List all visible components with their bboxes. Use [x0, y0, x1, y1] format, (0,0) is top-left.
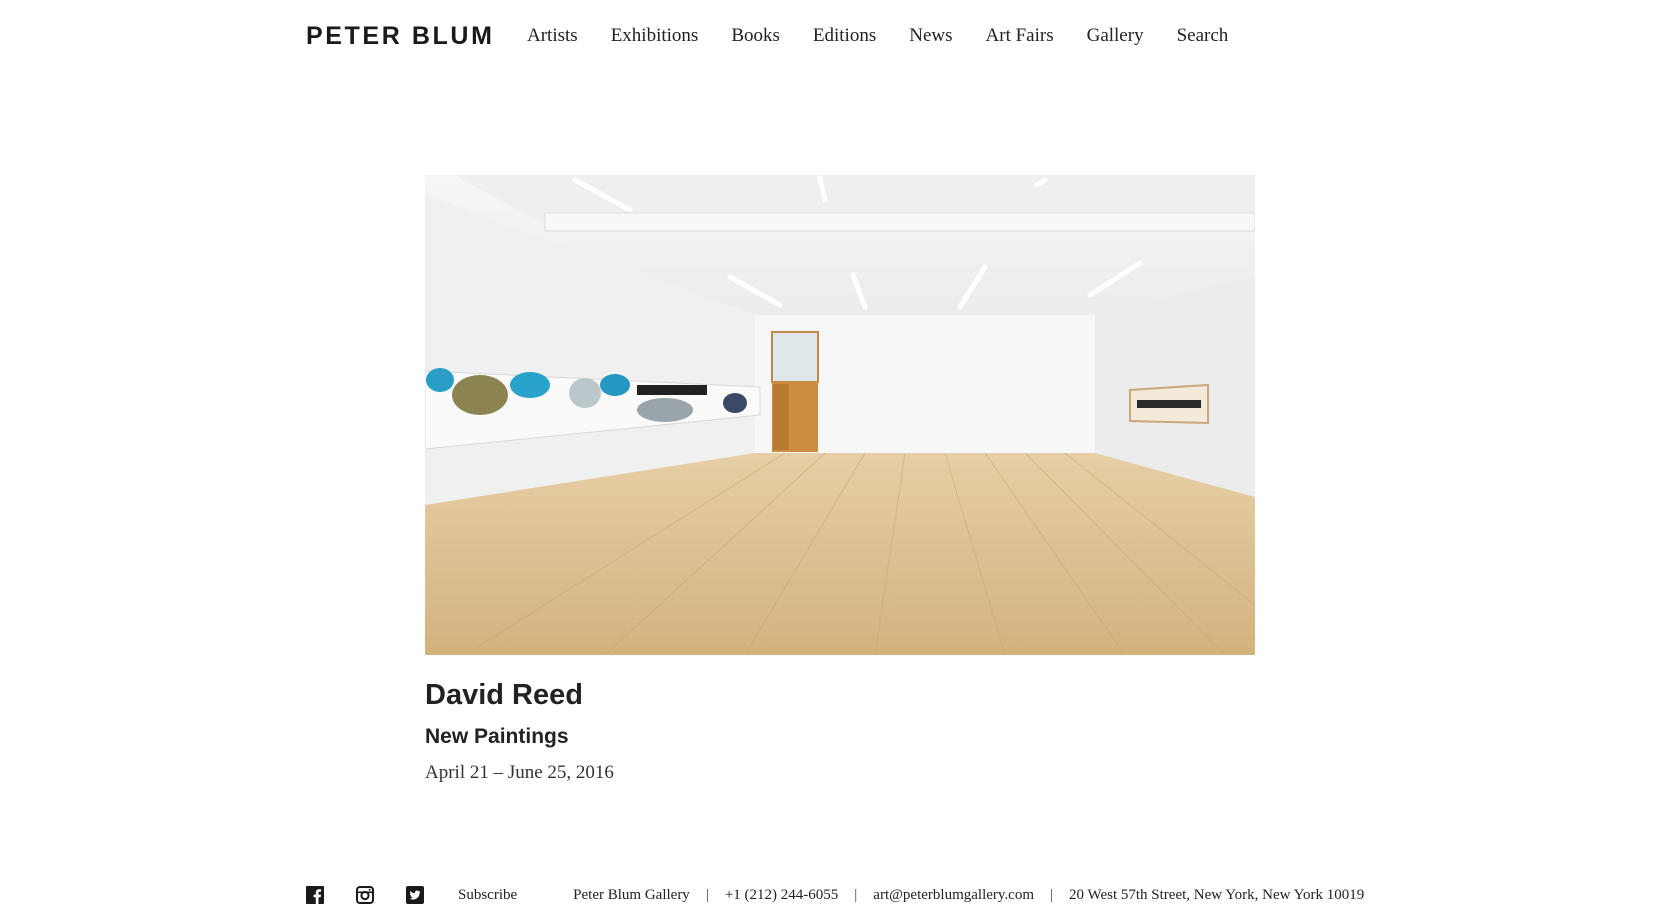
nav-gallery[interactable]: Gallery	[1087, 24, 1144, 48]
exhibition-installation-image[interactable]	[425, 175, 1255, 655]
footer-separator: |	[1050, 886, 1054, 903]
twitter-icon[interactable]	[406, 886, 424, 904]
artist-name: David Reed	[425, 679, 583, 711]
exhibition-dates: April 21 – June 25, 2016	[425, 762, 614, 783]
instagram-icon[interactable]	[356, 886, 374, 904]
subscribe-link[interactable]: Subscribe	[458, 887, 517, 904]
nav-search[interactable]: Search	[1177, 24, 1229, 48]
nav-books[interactable]: Books	[731, 24, 780, 48]
footer-separator: |	[705, 886, 709, 903]
site-logo[interactable]: PETER BLUM	[306, 22, 495, 51]
nav-editions[interactable]: Editions	[813, 24, 876, 48]
footer-separator: |	[854, 886, 858, 903]
nav-exhibitions[interactable]: Exhibitions	[611, 24, 699, 48]
facebook-icon[interactable]	[306, 886, 324, 904]
exhibition-title: New Paintings	[425, 725, 569, 748]
footer-phone: +1 (212) 244-6055	[724, 886, 839, 903]
footer-email-link[interactable]: art@peterblumgallery.com	[873, 887, 1034, 904]
nav-artists[interactable]: Artists	[527, 24, 578, 48]
footer-address: 20 West 57th Street, New York, New York …	[1069, 886, 1365, 903]
site-footer: Subscribe Peter Blum Gallery | +1 (212) …	[306, 885, 1376, 905]
main-nav: Artists Exhibitions Books Editions News …	[527, 24, 1261, 48]
nav-news[interactable]: News	[909, 24, 952, 48]
footer-gallery-name: Peter Blum Gallery	[573, 886, 690, 903]
nav-art-fairs[interactable]: Art Fairs	[986, 24, 1054, 48]
